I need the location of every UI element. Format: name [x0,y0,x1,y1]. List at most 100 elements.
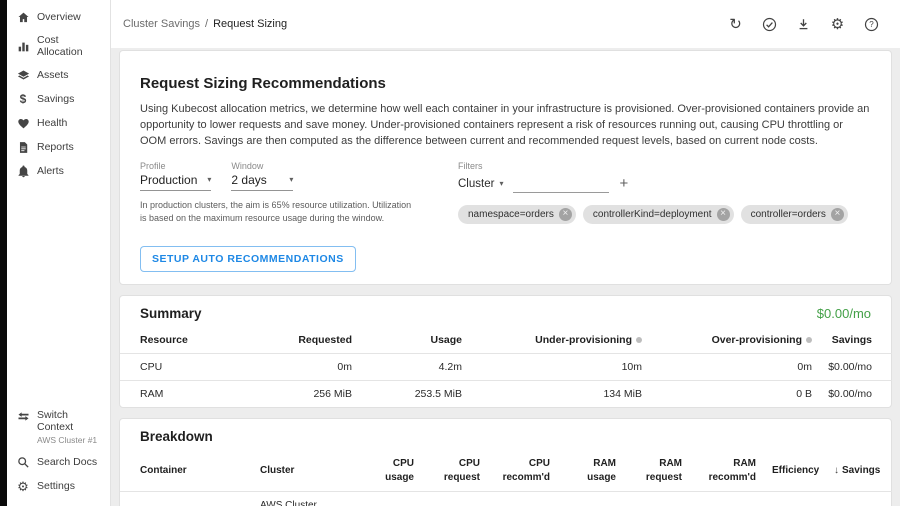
filter-value-input[interactable] [513,174,609,193]
bell-icon [16,164,30,178]
breakdown-card: Breakdown Container Cluster CPU usage CP… [119,418,892,506]
cell-resource: RAM [120,381,260,408]
app-window: Overview Cost Allocation Assets $ Saving… [0,0,900,506]
chevron-down-icon: ▾ [207,175,211,184]
sidebar-item-health[interactable]: Health [7,111,110,135]
filters-panel: Filters Cluster ▾ + namespace=orders [458,161,848,234]
column-header-container[interactable]: Container [120,450,252,492]
cell-savings: – [826,492,892,506]
topbar-actions: ↻ ⚙ ? [727,16,880,33]
info-icon[interactable] [806,337,812,343]
window-label: Window [231,161,293,171]
topbar: Cluster Savings / Request Sizing ↻ ⚙ ? [111,0,900,48]
search-icon [16,455,30,469]
help-icon[interactable]: ? [863,16,880,33]
refresh-icon[interactable]: ↻ [727,16,744,33]
cell-over-provisioning: 0m [650,354,820,381]
column-header-cluster[interactable]: Cluster [252,450,364,492]
bar-chart-icon [16,39,30,53]
cell-cpu-request: 0m [422,492,488,506]
filter-type-select[interactable]: Cluster ▾ [458,176,503,193]
column-header-under-provisioning: Under-provisioning [470,327,650,354]
sidebar-item-label: Overview [37,11,81,23]
summary-row-cpu: CPU 0m 4.2m 10m 0m $0.00/mo [120,354,892,381]
column-header-ram-request[interactable]: RAM request [624,450,690,492]
window-value: 2 days [231,173,266,187]
sidebar-item-reports[interactable]: Reports [7,135,110,159]
breadcrumb-current: Request Sizing [213,18,287,30]
info-icon[interactable] [636,337,642,343]
check-circle-icon[interactable] [761,16,778,33]
sidebar-nav: Overview Cost Allocation Assets $ Saving… [7,5,110,183]
remove-filter-icon[interactable]: × [559,208,572,221]
sidebar-item-label: Health [37,117,67,129]
layers-icon [16,68,30,82]
chevron-down-icon: ▾ [499,179,503,188]
sidebar-item-label: Alerts [37,165,64,177]
column-header-cpu-request[interactable]: CPU request [422,450,488,492]
gear-icon[interactable]: ⚙ [829,16,846,33]
svg-text:?: ? [869,20,874,29]
column-header-requested: Requested [260,327,360,354]
remove-filter-icon[interactable]: × [717,208,730,221]
settings-button[interactable]: ⚙ Settings [7,474,110,498]
sort-descending-icon: ↓ [834,465,839,476]
main-area: Cluster Savings / Request Sizing ↻ ⚙ ? R… [111,0,900,506]
column-header-resource: Resource [120,327,260,354]
page-description: Using Kubecost allocation metrics, we de… [140,102,871,150]
page-content: Request Sizing Recommendations Using Kub… [111,48,900,506]
sidebar-item-cost-allocation[interactable]: Cost Allocation [7,29,110,63]
document-icon [16,140,30,154]
column-header-ram-usage[interactable]: RAM usage [558,450,624,492]
breadcrumb: Cluster Savings / Request Sizing [123,18,287,30]
overview-icon [16,10,30,24]
filter-chip: controller=orders × [741,205,848,224]
heart-icon [16,116,30,130]
column-header-ram-recommended[interactable]: RAM recomm'd [690,450,764,492]
column-header-savings-sorted[interactable]: ↓Savings [826,450,892,492]
summary-row-ram: RAM 256 MiB 253.5 MiB 134 MiB 0 B $0.00/… [120,381,892,408]
breakdown-header-row: Container Cluster CPU usage CPU request … [120,450,892,492]
add-filter-icon[interactable]: + [619,176,628,193]
request-sizing-card: Request Sizing Recommendations Using Kub… [119,50,892,285]
profile-helper-text: In production clusters, the aim is 65% r… [140,199,418,225]
setup-auto-recommendations-button[interactable]: SETUP AUTO RECOMMENDATIONS [140,246,356,272]
cell-requested: 256 MiB [260,381,360,408]
chevron-down-icon: ▾ [289,175,293,184]
breadcrumb-separator: / [205,18,208,30]
switch-context-button[interactable]: Switch Context AWS Cluster #1 [7,404,110,450]
download-icon[interactable] [795,16,812,33]
window-select[interactable]: 2 days ▾ [231,171,293,191]
column-header-over-provisioning: Over-provisioning [650,327,820,354]
search-docs-button[interactable]: Search Docs [7,450,110,474]
dollar-icon: $ [16,92,30,106]
filter-chip: controllerKind=deployment × [583,205,734,224]
profile-value: Production [140,173,197,187]
profile-select[interactable]: Production ▾ [140,171,211,191]
cell-ram-request: 256 MiB [624,492,690,506]
cell-savings: $0.00/mo [820,381,892,408]
sidebar-item-label: Savings [37,93,74,105]
sidebar-item-assets[interactable]: Assets [7,63,110,87]
cell-savings: $0.00/mo [820,354,892,381]
filter-chip-label: controller=orders [751,209,826,220]
column-header-cpu-usage[interactable]: CPU usage [364,450,422,492]
column-header-efficiency[interactable]: Efficiency [764,450,826,492]
search-docs-label: Search Docs [37,456,97,468]
remove-filter-icon[interactable]: × [831,208,844,221]
column-header-cpu-recommended[interactable]: CPU recomm'd [488,450,558,492]
swap-arrows-icon [16,409,30,423]
breakdown-row[interactable]: orders/orders/orders AWS Cluster #1/clus… [120,492,892,506]
sidebar-item-savings[interactable]: $ Savings [7,87,110,111]
current-context-label: AWS Cluster #1 [37,435,101,445]
edge-strip [0,0,7,506]
breadcrumb-parent[interactable]: Cluster Savings [123,18,200,30]
cell-usage: 4.2m [360,354,470,381]
window-field: Window 2 days ▾ [231,161,293,191]
page-title: Request Sizing Recommendations [140,75,871,92]
profile-window-controls: Profile Production ▾ Window 2 days [140,161,440,234]
sidebar-item-overview[interactable]: Overview [7,5,110,29]
summary-table: Resource Requested Usage Under-provision… [120,327,892,407]
cell-ram-recommended: 390 MiB [690,492,764,506]
sidebar-item-alerts[interactable]: Alerts [7,159,110,183]
